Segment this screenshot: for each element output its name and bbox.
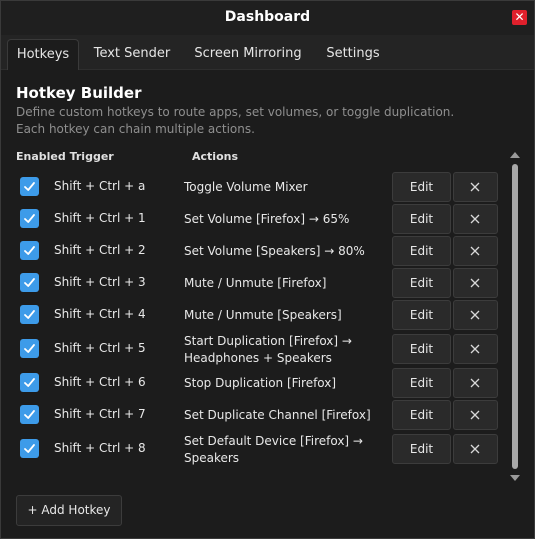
enabled-checkbox[interactable] [20, 305, 39, 324]
hotkey-row: Shift + Ctrl + 6 Stop Duplication [Firefo… [1, 367, 506, 398]
checkmark-icon [24, 214, 35, 223]
hotkey-action: Set Default Device [Firefox] → Speakers [184, 434, 363, 465]
checkmark-icon [24, 278, 35, 287]
column-header-enabled-trigger: Enabled Trigger [16, 150, 114, 163]
enabled-checkbox[interactable] [20, 373, 39, 392]
close-icon [470, 378, 480, 388]
tab-screen-mirroring[interactable]: Screen Mirroring [189, 39, 307, 69]
hotkey-row: Shift + Ctrl + 1 Set Volume [Firefox] → 6… [1, 203, 506, 234]
delete-button[interactable] [453, 268, 498, 298]
enabled-checkbox[interactable] [20, 405, 39, 424]
tab-settings[interactable]: Settings [319, 39, 387, 69]
checkmark-icon [24, 378, 35, 387]
hotkey-action: Mute / Unmute [Firefox] [184, 276, 327, 290]
vertical-scrollbar[interactable] [509, 150, 521, 483]
column-header-actions: Actions [192, 150, 238, 163]
delete-button[interactable] [453, 434, 498, 464]
close-icon [470, 278, 480, 288]
delete-button[interactable] [453, 300, 498, 330]
edit-button[interactable]: Edit [392, 204, 451, 234]
title-bar: Dashboard ✕ [1, 1, 534, 35]
delete-button[interactable] [453, 172, 498, 202]
app-window: Dashboard ✕ Hotkeys Text Sender Screen M… [0, 0, 535, 539]
section-description: Define custom hotkeys to route apps, set… [16, 105, 455, 136]
enabled-checkbox[interactable] [20, 439, 39, 458]
edit-button[interactable]: Edit [392, 268, 451, 298]
edit-button[interactable]: Edit [392, 368, 451, 398]
checkmark-icon [24, 344, 35, 353]
hotkey-action: Set Volume [Firefox] → 65% [184, 212, 350, 226]
hotkey-action: Mute / Unmute [Speakers] [184, 308, 342, 322]
close-icon [470, 246, 480, 256]
scroll-thumb[interactable] [512, 164, 518, 469]
hotkey-trigger: Shift + Ctrl + 8 [54, 441, 146, 455]
checkmark-icon [24, 410, 35, 419]
hotkey-trigger: Shift + Ctrl + 7 [54, 407, 146, 421]
hotkey-trigger: Shift + Ctrl + 5 [54, 341, 146, 355]
hotkey-row: Shift + Ctrl + 2 Set Volume [Speakers] → … [1, 235, 506, 266]
scroll-down-arrow-icon[interactable] [510, 475, 520, 481]
edit-button[interactable]: Edit [392, 400, 451, 430]
hotkey-action: Set Duplicate Channel [Firefox] [184, 408, 371, 422]
delete-button[interactable] [453, 236, 498, 266]
hotkey-row: Shift + Ctrl + 8 Set Default Device [Fire… [1, 433, 506, 465]
delete-button[interactable] [453, 368, 498, 398]
tab-hotkeys[interactable]: Hotkeys [7, 39, 79, 70]
window-title: Dashboard [224, 9, 311, 25]
tab-text-sender[interactable]: Text Sender [87, 39, 177, 69]
checkmark-icon [24, 182, 35, 191]
delete-button[interactable] [453, 204, 498, 234]
hotkey-action: Start Duplication [Firefox] → Headphones… [184, 334, 352, 365]
hotkey-row: Shift + Ctrl + 3 Mute / Unmute [Firefox] E… [1, 267, 506, 298]
hotkey-row: Shift + Ctrl + 7 Set Duplicate Channel [F… [1, 399, 506, 430]
hotkey-row: Shift + Ctrl + 4 Mute / Unmute [Speakers]… [1, 299, 506, 330]
edit-button[interactable]: Edit [392, 300, 451, 330]
checkmark-icon [24, 310, 35, 319]
hotkey-trigger: Shift + Ctrl + 2 [54, 243, 146, 257]
add-hotkey-button[interactable]: + Add Hotkey [16, 495, 122, 526]
delete-button[interactable] [453, 400, 498, 430]
hotkey-action: Toggle Volume Mixer [184, 180, 308, 194]
edit-button[interactable]: Edit [392, 434, 451, 464]
close-icon [470, 344, 480, 354]
close-icon [470, 410, 480, 420]
delete-button[interactable] [453, 334, 498, 364]
close-icon [470, 310, 480, 320]
close-button[interactable]: ✕ [512, 10, 527, 25]
close-icon [470, 182, 480, 192]
enabled-checkbox[interactable] [20, 273, 39, 292]
section-title: Hotkey Builder [16, 84, 142, 102]
edit-button[interactable]: Edit [392, 172, 451, 202]
hotkey-row: Shift + Ctrl + 5 Start Duplication [Firef… [1, 333, 506, 365]
hotkey-trigger: Shift + Ctrl + 3 [54, 275, 146, 289]
hotkey-trigger: Shift + Ctrl + a [54, 179, 146, 193]
edit-button[interactable]: Edit [392, 236, 451, 266]
close-icon [470, 444, 480, 454]
scroll-up-arrow-icon[interactable] [510, 152, 520, 158]
enabled-checkbox[interactable] [20, 339, 39, 358]
enabled-checkbox[interactable] [20, 209, 39, 228]
hotkey-trigger: Shift + Ctrl + 4 [54, 307, 146, 321]
checkmark-icon [24, 444, 35, 453]
checkmark-icon [24, 246, 35, 255]
hotkey-action: Stop Duplication [Firefox] [184, 376, 337, 390]
edit-button[interactable]: Edit [392, 334, 451, 364]
tab-bar: Hotkeys Text Sender Screen Mirroring Set… [1, 35, 534, 70]
enabled-checkbox[interactable] [20, 241, 39, 260]
hotkey-trigger: Shift + Ctrl + 6 [54, 375, 146, 389]
hotkey-trigger: Shift + Ctrl + 1 [54, 211, 146, 225]
hotkey-row: Shift + Ctrl + a Toggle Volume Mixer Edit [1, 171, 506, 202]
hotkey-action: Set Volume [Speakers] → 80% [184, 244, 365, 258]
close-icon [470, 214, 480, 224]
enabled-checkbox[interactable] [20, 177, 39, 196]
